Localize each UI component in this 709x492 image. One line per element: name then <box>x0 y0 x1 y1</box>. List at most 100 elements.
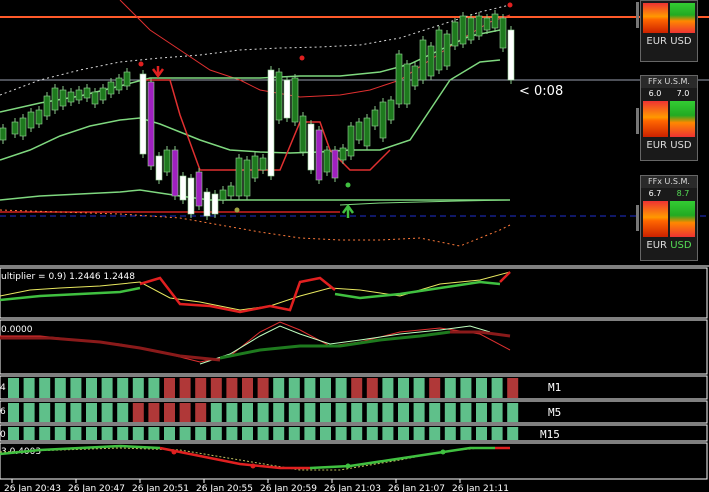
mtf-bar <box>8 403 19 422</box>
time-tick-label: 26 Jan 20:47 <box>68 484 125 492</box>
mtf-bar <box>335 403 347 422</box>
mtf-bar <box>444 403 456 422</box>
mtf-bar <box>491 403 503 422</box>
mtf-bar <box>273 403 285 422</box>
mtf-bar <box>210 378 222 398</box>
candle-body <box>355 121 363 141</box>
panel-3-value-2: 8.7 <box>676 189 690 198</box>
panel-grip[interactable] <box>636 108 639 134</box>
mtf-bar <box>476 403 487 422</box>
candle-body <box>195 171 203 207</box>
candle-body <box>203 191 211 217</box>
mtf-bar <box>257 427 269 440</box>
mtf-bar <box>242 378 253 398</box>
mtf-bar <box>460 427 472 440</box>
candle-body <box>59 89 67 107</box>
mtf-bar <box>351 378 363 398</box>
candle-body <box>67 91 75 103</box>
mtf-bar <box>491 378 503 398</box>
mtf-bar <box>226 427 238 440</box>
mtf-bar <box>507 378 519 398</box>
candle-body <box>211 193 219 215</box>
mtf-bar <box>304 403 316 422</box>
mtf-bar <box>148 403 160 422</box>
panel-2-value-1: 6.0 <box>648 89 662 98</box>
mtf-bar <box>288 403 300 422</box>
upper-red-band <box>119 0 511 98</box>
mtf-bar <box>101 378 113 398</box>
mtf-bar <box>288 427 300 440</box>
mtf-row-2-left: 6 <box>0 407 6 417</box>
candle-body <box>499 17 507 49</box>
candle-body <box>283 79 291 119</box>
mtf-bar <box>226 378 238 398</box>
currency-panel-1[interactable]: EUR USD <box>640 0 698 62</box>
candle-body <box>43 95 51 117</box>
indicator-pane-4: 3 0.4003 <box>0 444 510 471</box>
candle-body <box>107 81 115 95</box>
mtf-bar <box>476 427 487 440</box>
mtf-bar <box>460 378 472 398</box>
lower-dotted-band <box>0 209 511 247</box>
currency-panel-2[interactable]: FFx U.S.M. 6.0 7.0 EUR USD <box>640 75 698 161</box>
candle-body <box>483 17 491 31</box>
candle-body <box>267 69 275 177</box>
mtf-bar <box>320 378 331 398</box>
sell-arrow-icon <box>151 66 165 79</box>
candle-body <box>243 159 251 197</box>
mtf-bar <box>320 427 331 440</box>
time-tick-label: 26 Jan 21:11 <box>452 484 509 492</box>
candle-body <box>291 77 299 123</box>
candle-body <box>171 149 179 197</box>
mtf-bar <box>70 427 82 440</box>
candle-body <box>51 87 59 111</box>
mtf-bar <box>148 427 160 440</box>
mtf-bar <box>39 427 51 440</box>
mtf-bar <box>132 427 144 440</box>
mtf-bar <box>117 403 129 422</box>
candle-body <box>0 127 7 141</box>
mtf-bar <box>335 427 347 440</box>
candlesticks <box>0 10 515 220</box>
candle-body <box>491 13 499 29</box>
mtf-bar <box>351 427 363 440</box>
candle-body <box>251 155 259 179</box>
candle-body <box>403 63 411 105</box>
candle-body <box>507 29 515 81</box>
mtf-bar <box>101 427 113 440</box>
mtf-bar <box>304 378 316 398</box>
panel-grip[interactable] <box>636 205 639 231</box>
panel-3-quote: USD <box>670 240 692 251</box>
panel-2-base: EUR <box>646 140 668 151</box>
mtf-bar <box>117 378 129 398</box>
chart-canvas[interactable]: < 0:08 ultiplier = 0.9) 1.2446 1.2448 0.… <box>0 0 709 492</box>
candle-body <box>475 15 483 37</box>
indicator-pane-1: ultiplier = 0.9) 1.2446 1.2448 <box>0 271 511 314</box>
mtf-bar <box>86 403 97 422</box>
mtf-bar <box>39 403 51 422</box>
mtf-bar <box>382 403 394 422</box>
mtf-bar <box>382 427 394 440</box>
mtf-bar <box>132 403 144 422</box>
mtf-bar <box>23 403 35 422</box>
mtf-bar <box>413 403 425 422</box>
candle-body <box>75 89 83 101</box>
panel-grip[interactable] <box>636 2 639 28</box>
mtf-bar <box>210 403 222 422</box>
mtf-row-1-left: 4 <box>0 383 6 393</box>
mtf-bar <box>54 427 66 440</box>
mtf-bar <box>398 403 409 422</box>
mtf-bar <box>398 378 409 398</box>
mtf-bar <box>366 378 378 398</box>
candle-body <box>419 39 427 81</box>
mtf-bar <box>242 427 253 440</box>
mtf-bar <box>507 427 519 440</box>
candle-body <box>395 53 403 105</box>
candle-body <box>163 149 171 173</box>
candle-body <box>259 157 267 171</box>
candle-body <box>371 109 379 127</box>
candle-body <box>235 157 243 197</box>
currency-panel-3[interactable]: FFx U.S.M. 6.7 8.7 EUR USD <box>640 175 698 261</box>
candle-body <box>347 125 355 157</box>
candle-body <box>227 185 235 197</box>
